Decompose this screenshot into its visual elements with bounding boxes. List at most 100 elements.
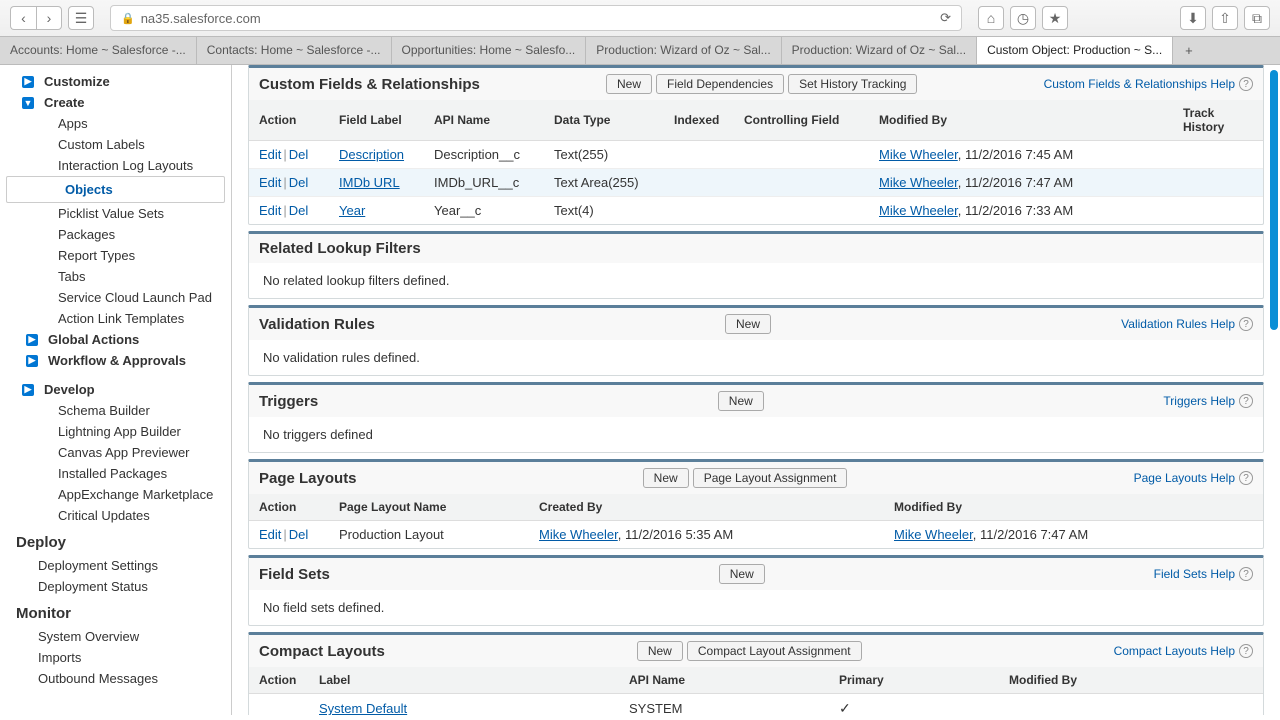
edit-link[interactable]: Edit — [259, 203, 281, 218]
help-icon[interactable]: ? — [1239, 471, 1253, 485]
edit-link[interactable]: Edit — [259, 175, 281, 190]
new-tab-button[interactable]: + — [1173, 37, 1205, 64]
sidebar-schema-builder[interactable]: Schema Builder — [0, 400, 231, 421]
validation-help-link[interactable]: Validation Rules Help — [1121, 317, 1235, 331]
history-tracking-button[interactable]: Set History Tracking — [788, 74, 917, 94]
compact-label-link[interactable]: System Default — [319, 701, 407, 715]
chevron-right-icon[interactable]: ▶ — [26, 355, 38, 367]
th-created: Created By — [529, 494, 884, 521]
del-link[interactable]: Del — [289, 527, 309, 542]
modified-by-link[interactable]: Mike Wheeler — [879, 147, 958, 162]
sidebar-imports[interactable]: Imports — [0, 647, 231, 668]
download-icon[interactable]: ⬇ — [1180, 6, 1206, 30]
bookmark-icon[interactable]: ★ — [1042, 6, 1068, 30]
modified-by-link[interactable]: Mike Wheeler — [879, 175, 958, 190]
chevron-right-icon[interactable]: ▶ — [22, 384, 34, 396]
sidebar-customize[interactable]: ▶Customize — [0, 71, 231, 92]
new-fieldset-button[interactable]: New — [719, 564, 765, 584]
help-icon[interactable]: ? — [1239, 567, 1253, 581]
tab-production1[interactable]: Production: Wizard of Oz ~ Sal... — [586, 37, 781, 64]
browser-chrome: ‹ › ☰ 🔒 na35.salesforce.com ⟳ ⌂ ◷ ★ ⬇ ⇧ … — [0, 0, 1280, 65]
del-link[interactable]: Del — [289, 147, 309, 162]
field-label-link[interactable]: Description — [339, 147, 404, 162]
tab-custom-object[interactable]: Custom Object: Production ~ S... — [977, 37, 1173, 64]
tab-production2[interactable]: Production: Wizard of Oz ~ Sal... — [782, 37, 977, 64]
edit-link[interactable]: Edit — [259, 147, 281, 162]
sidebar-apps[interactable]: Apps — [0, 113, 231, 134]
help-icon[interactable]: ? — [1239, 317, 1253, 331]
del-link[interactable]: Del — [289, 175, 309, 190]
custom-fields-help-link[interactable]: Custom Fields & Relationships Help — [1044, 77, 1235, 91]
new-layout-button[interactable]: New — [643, 468, 689, 488]
sidebar-outbound-messages[interactable]: Outbound Messages — [0, 668, 231, 689]
field-label-link[interactable]: IMDb URL — [339, 175, 400, 190]
layouts-help-link[interactable]: Page Layouts Help — [1134, 471, 1235, 485]
tabs-bar: Accounts: Home ~ Salesforce -... Contact… — [0, 36, 1280, 64]
scrollbar[interactable] — [1270, 70, 1278, 330]
help-icon[interactable]: ? — [1239, 77, 1253, 91]
sidebar-create[interactable]: ▼Create — [0, 92, 231, 113]
tab-accounts[interactable]: Accounts: Home ~ Salesforce -... — [0, 37, 197, 64]
sidebar-picklist[interactable]: Picklist Value Sets — [0, 203, 231, 224]
page-layouts-panel: Page Layouts New Page Layout Assignment … — [248, 459, 1264, 549]
th-modified: Modified By — [884, 494, 1263, 521]
sidebar-system-overview[interactable]: System Overview — [0, 626, 231, 647]
sidebar-installed-packages[interactable]: Installed Packages — [0, 463, 231, 484]
sidebar-toggle[interactable]: ☰ — [68, 6, 94, 30]
sidebar-critical-updates[interactable]: Critical Updates — [0, 505, 231, 526]
home-icon[interactable]: ⌂ — [978, 6, 1004, 30]
sidebar-action-link[interactable]: Action Link Templates — [0, 308, 231, 329]
layout-row: Edit|Del Production Layout Mike Wheeler,… — [249, 521, 1263, 549]
forward-button[interactable]: › — [36, 6, 62, 30]
history-icon[interactable]: ◷ — [1010, 6, 1036, 30]
th-controlling: Controlling Field — [734, 100, 869, 141]
modified-by-link[interactable]: Mike Wheeler — [879, 203, 958, 218]
sidebar-deployment-settings[interactable]: Deployment Settings — [0, 555, 231, 576]
new-trigger-button[interactable]: New — [718, 391, 764, 411]
share-icon[interactable]: ⇧ — [1212, 6, 1238, 30]
back-button[interactable]: ‹ — [10, 6, 36, 30]
del-link[interactable]: Del — [289, 203, 309, 218]
compact-api: SYSTEM — [619, 694, 829, 716]
sidebar-deployment-status[interactable]: Deployment Status — [0, 576, 231, 597]
tab-contacts[interactable]: Contacts: Home ~ Salesforce -... — [197, 37, 392, 64]
sidebar-tabs[interactable]: Tabs — [0, 266, 231, 287]
url-bar[interactable]: 🔒 na35.salesforce.com ⟳ — [110, 5, 962, 31]
new-validation-button[interactable]: New — [725, 314, 771, 334]
sidebar-custom-labels[interactable]: Custom Labels — [0, 134, 231, 155]
sidebar-service-cloud[interactable]: Service Cloud Launch Pad — [0, 287, 231, 308]
sidebar-canvas-previewer[interactable]: Canvas App Previewer — [0, 442, 231, 463]
new-field-button[interactable]: New — [606, 74, 652, 94]
api-name: Description__c — [424, 141, 544, 169]
chevron-right-icon[interactable]: ▶ — [22, 76, 34, 88]
field-dependencies-button[interactable]: Field Dependencies — [656, 74, 784, 94]
tabs-icon[interactable]: ⧉ — [1244, 6, 1270, 30]
reload-icon[interactable]: ⟳ — [940, 10, 951, 26]
sidebar-appexchange[interactable]: AppExchange Marketplace — [0, 484, 231, 505]
sidebar-develop[interactable]: ▶Develop — [0, 379, 231, 400]
sidebar-packages[interactable]: Packages — [0, 224, 231, 245]
field-row: Edit|Del IMDb URL IMDb_URL__c Text Area(… — [249, 169, 1263, 197]
sidebar-lightning-builder[interactable]: Lightning App Builder — [0, 421, 231, 442]
compact-help-link[interactable]: Compact Layouts Help — [1114, 644, 1235, 658]
sidebar-report-types[interactable]: Report Types — [0, 245, 231, 266]
modified-by-link[interactable]: Mike Wheeler — [894, 527, 973, 542]
field-label-link[interactable]: Year — [339, 203, 365, 218]
sidebar-global-actions[interactable]: ▶Global Actions — [0, 329, 231, 350]
tab-opportunities[interactable]: Opportunities: Home ~ Salesfo... — [392, 37, 587, 64]
created-by-link[interactable]: Mike Wheeler — [539, 527, 618, 542]
layout-assignment-button[interactable]: Page Layout Assignment — [693, 468, 848, 488]
sidebar-objects[interactable]: Objects — [6, 176, 225, 203]
chevron-right-icon[interactable]: ▶ — [26, 334, 38, 346]
custom-fields-panel: Custom Fields & Relationships New Field … — [248, 65, 1264, 225]
fieldsets-help-link[interactable]: Field Sets Help — [1154, 567, 1235, 581]
chevron-down-icon[interactable]: ▼ — [22, 97, 34, 109]
help-icon[interactable]: ? — [1239, 394, 1253, 408]
new-compact-button[interactable]: New — [637, 641, 683, 661]
compact-assignment-button[interactable]: Compact Layout Assignment — [687, 641, 862, 661]
triggers-help-link[interactable]: Triggers Help — [1163, 394, 1235, 408]
edit-link[interactable]: Edit — [259, 527, 281, 542]
sidebar-interaction-log[interactable]: Interaction Log Layouts — [0, 155, 231, 176]
sidebar-workflow[interactable]: ▶Workflow & Approvals — [0, 350, 231, 371]
help-icon[interactable]: ? — [1239, 644, 1253, 658]
